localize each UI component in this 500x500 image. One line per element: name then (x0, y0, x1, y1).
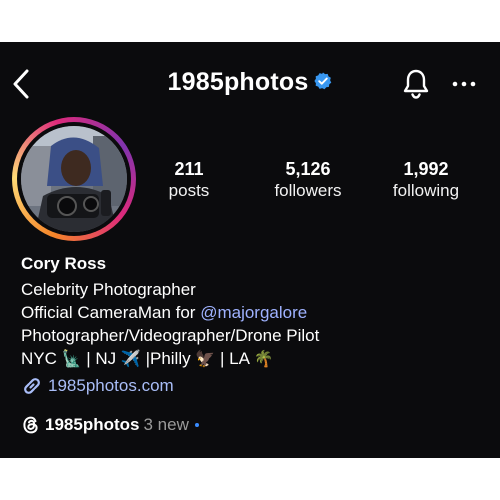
bell-icon (403, 69, 429, 99)
threads-icon (23, 416, 38, 433)
posts-stat[interactable]: 211 posts (148, 158, 230, 202)
verified-badge-icon (314, 72, 332, 90)
bio-line-1: Celebrity Photographer (21, 280, 196, 299)
followers-label: followers (274, 181, 342, 200)
followers-stat[interactable]: 5,126 followers (258, 158, 358, 202)
eagle-emoji: 🦅 (195, 349, 216, 368)
bio-location-la: | LA (215, 349, 254, 368)
profile-name: Cory Ross (21, 254, 107, 273)
posts-label: posts (168, 181, 210, 200)
bio-line-4: NYC 🗽 | NJ ✈️ |Philly 🦅 | LA 🌴 (21, 347, 491, 370)
bio-line-3: Photographer/Videographer/Drone Pilot (21, 326, 320, 345)
link-icon (24, 378, 40, 394)
new-indicator-dot (194, 422, 199, 427)
profile-screen: 1985photos 211 posts 5,126 followers 1,9… (0, 42, 500, 458)
bio-section: Cory Ross Celebrity Photographer Officia… (21, 252, 491, 370)
threads-handle: 1985photos (45, 414, 140, 434)
threads-badge[interactable]: 1985photos 3 new (21, 414, 199, 438)
page-title: 1985photos (167, 68, 309, 96)
website-link[interactable]: 1985photos.com (21, 375, 174, 399)
airplane-emoji: ✈️ (120, 349, 141, 368)
posts-count: 211 (174, 159, 204, 179)
palm-tree-emoji: 🌴 (253, 349, 274, 368)
avatar (21, 126, 127, 232)
more-options-button[interactable] (452, 76, 476, 92)
top-bar: 1985photos (0, 42, 500, 128)
statue-of-liberty-emoji: 🗽 (61, 349, 82, 368)
bio-line-2-text: Official CameraMan for (21, 303, 201, 322)
threads-new-count: 3 new (143, 414, 189, 434)
avatar-ring-gap (17, 122, 131, 236)
following-stat[interactable]: 1,992 following (378, 158, 474, 202)
bio-location-philly: |Philly (140, 349, 196, 368)
following-label: following (392, 181, 460, 200)
followers-count: 5,126 (285, 159, 331, 179)
profile-avatar-story-ring[interactable] (12, 117, 136, 241)
bio-line-2: Official CameraMan for @majorgalore (21, 301, 491, 324)
following-count: 1,992 (403, 159, 449, 179)
avatar-photo (21, 126, 127, 232)
bio-location-nj: | NJ (81, 349, 121, 368)
website-url: 1985photos.com (48, 376, 174, 395)
notifications-button[interactable] (401, 67, 431, 101)
bio-location-nyc: NYC (21, 349, 62, 368)
more-options-icon (452, 81, 476, 87)
mention-link[interactable]: @majorgalore (200, 303, 307, 322)
